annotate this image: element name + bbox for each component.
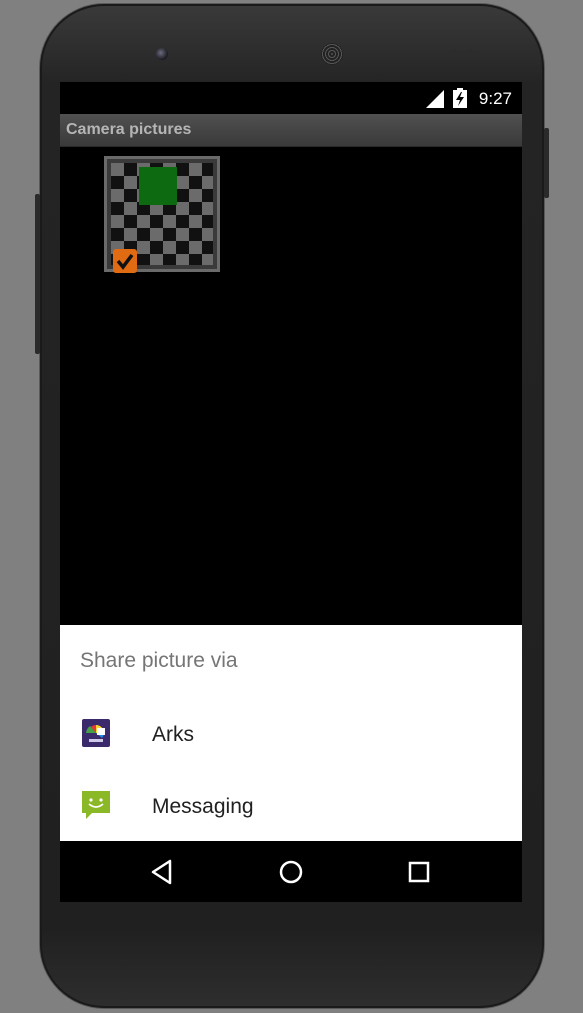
power-button [544,128,549,198]
share-sheet-title: Share picture via [80,649,238,672]
messaging-app-icon [82,791,110,819]
signal-icon [426,90,444,108]
share-option-label: Arks [152,723,194,746]
recents-icon[interactable] [402,855,436,889]
status-bar: 9:27 [60,82,522,114]
selected-check-icon [113,249,137,273]
share-option-label: Messaging [152,795,254,818]
share-option-messaging[interactable]: Messaging [60,773,522,843]
navigation-bar [60,841,522,902]
home-icon[interactable] [274,855,308,889]
app-title: Camera pictures [66,121,192,138]
share-sheet: Share picture via Arks Messaging [60,625,522,841]
proximity-sensor [450,49,457,56]
volume-button [35,194,40,354]
front-camera [156,48,168,60]
device-screen: 9:27 Camera pictures Share picture via A… [60,82,522,902]
status-clock: 9:27 [478,89,512,108]
back-icon[interactable] [145,855,179,889]
arks-app-icon [82,719,110,747]
app-title-bar: Camera pictures [60,114,522,147]
light-sensor [466,49,473,56]
share-option-arks[interactable]: Arks [60,701,522,771]
thumbnail-image [111,163,213,273]
picture-thumbnail[interactable] [104,156,220,273]
battery-charging-icon [453,88,467,108]
earpiece-speaker [321,43,343,65]
thumbnail-green-square [139,167,177,205]
